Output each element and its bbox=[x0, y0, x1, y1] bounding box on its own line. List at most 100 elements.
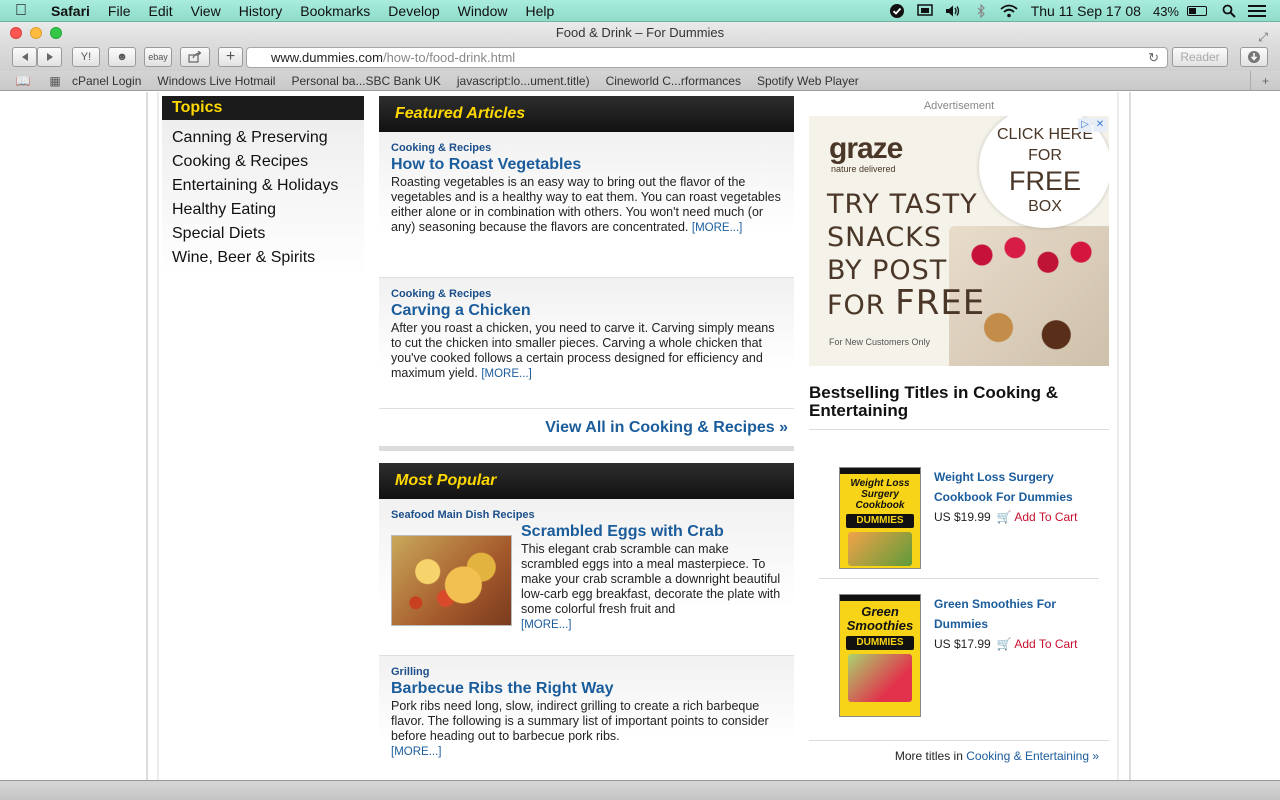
article-category[interactable]: Seafood Main Dish Recipes bbox=[391, 499, 782, 521]
ad-close-icon[interactable]: ✕ bbox=[1093, 118, 1107, 132]
page-border-right bbox=[1129, 92, 1131, 780]
add-to-cart-label: Add To Cart bbox=[1014, 637, 1078, 651]
article-category[interactable]: Cooking & Recipes bbox=[391, 278, 782, 300]
top-sites-grid-icon[interactable]: ▦ bbox=[46, 74, 64, 88]
new-tab-button[interactable]: + bbox=[218, 47, 243, 67]
popular-article: Grilling Barbecue Ribs the Right Way Por… bbox=[379, 656, 794, 776]
article-summary: Roasting vegetables is an easy way to br… bbox=[391, 175, 782, 236]
share-button[interactable] bbox=[180, 47, 210, 67]
display-mirroring-icon[interactable] bbox=[916, 4, 934, 18]
back-button[interactable] bbox=[12, 47, 37, 67]
page-border-left-inner bbox=[157, 92, 159, 780]
article-summary: After you roast a chicken, you need to c… bbox=[391, 321, 782, 382]
free-box-callout[interactable]: CLICK HERE FOR FREE BOX bbox=[979, 116, 1109, 228]
ad-headline-line: FOR FREE bbox=[827, 286, 985, 322]
menu-view[interactable]: View bbox=[182, 3, 230, 19]
featured-heading: Featured Articles bbox=[379, 96, 794, 132]
graze-advertisement[interactable]: graze nature delivered TRY TASTY SNACKS … bbox=[809, 116, 1109, 366]
article-title[interactable]: How to Roast Vegetables bbox=[391, 156, 782, 174]
spotlight-search-icon[interactable] bbox=[1220, 4, 1238, 18]
window-titlebar: Food & Drink – For Dummies ⤢ bbox=[0, 22, 1280, 44]
book-cover[interactable]: Weight Loss Surgery Cookbook DUMMIES bbox=[839, 467, 921, 569]
view-all-link[interactable]: View All in Cooking & Recipes » bbox=[379, 409, 794, 451]
add-tab-icon[interactable]: + bbox=[1250, 71, 1280, 91]
topic-special-diets[interactable]: Special Diets bbox=[172, 222, 354, 246]
apple-menu-icon[interactable]:  bbox=[0, 2, 42, 20]
menu-develop[interactable]: Develop bbox=[379, 3, 448, 19]
menu-help[interactable]: Help bbox=[516, 3, 563, 19]
window-close-button[interactable] bbox=[10, 27, 22, 39]
bestsellers-heading: Bestselling Titles in Cooking & Entertai… bbox=[809, 384, 1109, 430]
menu-bookmarks[interactable]: Bookmarks bbox=[291, 3, 379, 19]
menubar-clock[interactable]: Thu 11 Sep 17 08 bbox=[1023, 3, 1149, 19]
article-category[interactable]: Cooking & Recipes bbox=[391, 132, 782, 154]
article-title[interactable]: Scrambled Eggs with Crab bbox=[521, 523, 782, 541]
topic-cooking[interactable]: Cooking & Recipes bbox=[172, 150, 354, 174]
topic-healthy-eating[interactable]: Healthy Eating bbox=[172, 198, 354, 222]
menu-history[interactable]: History bbox=[230, 3, 292, 19]
more-link[interactable]: [MORE...] bbox=[521, 619, 571, 631]
cart-icon: 🛒 bbox=[996, 637, 1012, 651]
article-title[interactable]: Carving a Chicken bbox=[391, 302, 782, 320]
graze-logo: graze bbox=[829, 132, 903, 165]
book-title[interactable]: Weight Loss Surgery Cookbook For Dummies bbox=[934, 467, 1094, 507]
more-link[interactable]: [MORE...] bbox=[692, 222, 742, 234]
article-thumbnail[interactable] bbox=[391, 535, 512, 626]
popular-heading: Most Popular bbox=[379, 463, 794, 499]
downloads-button[interactable] bbox=[1240, 47, 1268, 67]
bookmark-hotmail[interactable]: Windows Live Hotmail bbox=[149, 74, 283, 88]
more-link[interactable]: [MORE...] bbox=[481, 368, 531, 380]
volume-icon[interactable] bbox=[944, 4, 962, 18]
callout-line: BOX bbox=[1028, 198, 1062, 215]
article-category[interactable]: Grilling bbox=[391, 656, 782, 678]
battery-percent[interactable]: 43% bbox=[1149, 4, 1179, 19]
ebay-icon: ebay bbox=[148, 52, 168, 62]
book-info: Weight Loss Surgery Cookbook For Dummies… bbox=[934, 467, 1094, 527]
check-shield-icon[interactable] bbox=[888, 4, 906, 18]
browser-status-bar bbox=[0, 780, 1280, 800]
reload-icon[interactable]: ↻ bbox=[1148, 48, 1159, 67]
reader-button[interactable]: Reader bbox=[1172, 47, 1228, 67]
url-domain: www.dummies.com bbox=[271, 50, 383, 65]
ad-headline-for: FOR bbox=[827, 290, 886, 321]
battery-icon[interactable] bbox=[1184, 4, 1210, 18]
adchoices[interactable]: ▷ ✕ bbox=[1077, 118, 1107, 132]
more-titles-link[interactable]: Cooking & Entertaining » bbox=[966, 749, 1099, 763]
window-zoom-button[interactable] bbox=[50, 27, 62, 39]
book-price-row: US $19.99 🛒 Add To Cart bbox=[934, 507, 1094, 527]
wifi-icon[interactable] bbox=[1000, 4, 1018, 18]
book-price-row: US $17.99 🛒 Add To Cart bbox=[934, 634, 1078, 654]
window-minimize-button[interactable] bbox=[30, 27, 42, 39]
topic-canning[interactable]: Canning & Preserving bbox=[172, 126, 354, 150]
book-title[interactable]: Green Smoothies For Dummies bbox=[934, 594, 1074, 634]
menu-safari[interactable]: Safari bbox=[42, 3, 99, 19]
address-bar[interactable]: www.dummies.com/how-to/food-drink.html ↻ bbox=[246, 47, 1168, 68]
bookmark-cineworld[interactable]: Cineworld C...rformances bbox=[598, 74, 749, 88]
ebay-bookmark-button[interactable]: ebay bbox=[144, 47, 172, 67]
menu-edit[interactable]: Edit bbox=[139, 3, 181, 19]
menu-window[interactable]: Window bbox=[449, 3, 517, 19]
notification-center-icon[interactable] bbox=[1248, 4, 1266, 18]
bookmark-cpanel[interactable]: cPanel Login bbox=[64, 74, 149, 88]
topic-wine-beer[interactable]: Wine, Beer & Spirits bbox=[172, 246, 354, 270]
add-to-cart-button[interactable]: 🛒 Add To Cart bbox=[997, 510, 1078, 524]
amazon-icon: ☻ bbox=[116, 51, 128, 63]
adchoices-icon[interactable]: ▷ bbox=[1078, 118, 1092, 132]
article-title[interactable]: Barbecue Ribs the Right Way bbox=[391, 680, 782, 698]
topic-entertaining[interactable]: Entertaining & Holidays bbox=[172, 174, 354, 198]
bookmark-javascript[interactable]: javascript:lo...ument.title) bbox=[449, 74, 598, 88]
book-cover[interactable]: Green Smoothies DUMMIES bbox=[839, 594, 921, 717]
menu-file[interactable]: File bbox=[99, 3, 140, 19]
topics-heading: Topics bbox=[162, 96, 364, 120]
more-titles-prefix: More titles in bbox=[894, 749, 963, 763]
bluetooth-icon[interactable] bbox=[972, 4, 990, 18]
add-to-cart-button[interactable]: 🛒 Add To Cart bbox=[997, 637, 1078, 651]
bookmark-spotify[interactable]: Spotify Web Player bbox=[749, 74, 867, 88]
dummies-logo: DUMMIES bbox=[846, 636, 914, 650]
yelp-bookmark-button[interactable]: Y! bbox=[72, 47, 100, 67]
more-link[interactable]: [MORE...] bbox=[391, 746, 441, 758]
amazon-bookmark-button[interactable]: ☻ bbox=[108, 47, 136, 67]
reading-list-icon[interactable]: 📖 bbox=[14, 74, 32, 88]
forward-button[interactable] bbox=[37, 47, 62, 67]
bookmark-bank[interactable]: Personal ba...SBC Bank UK bbox=[283, 74, 448, 88]
